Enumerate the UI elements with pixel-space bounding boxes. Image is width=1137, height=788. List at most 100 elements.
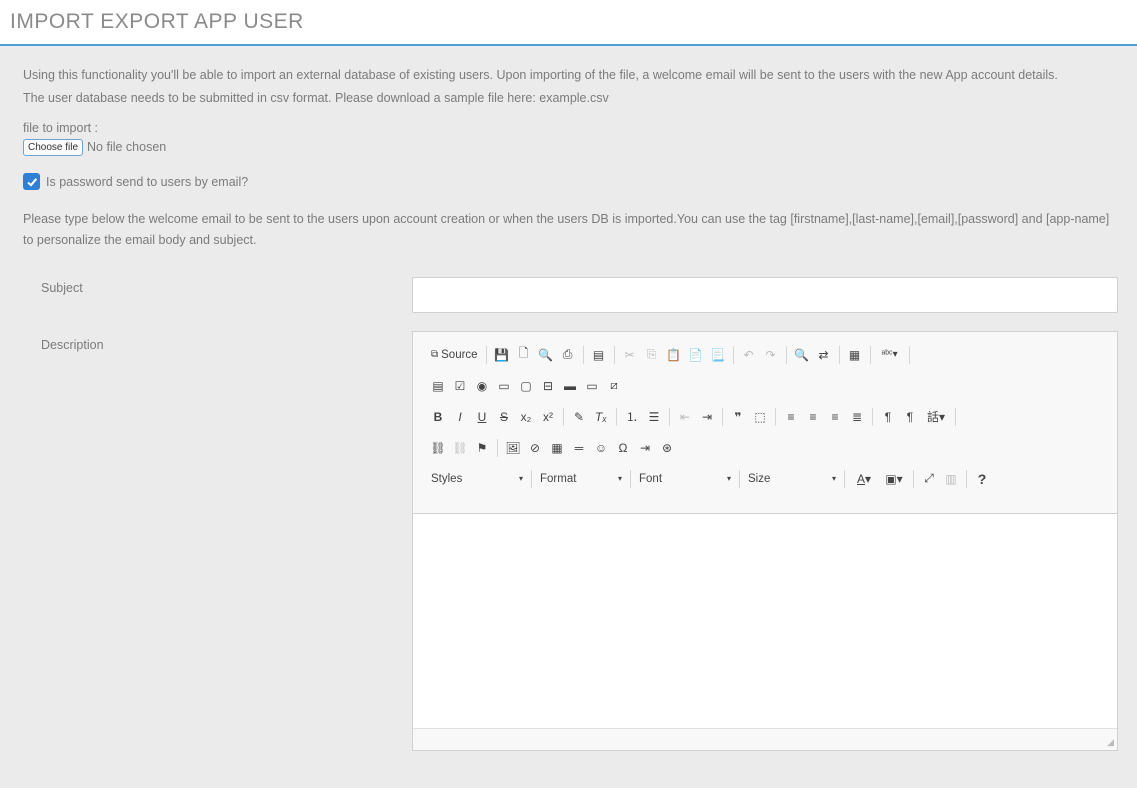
new-page-icon[interactable]: 🗋 bbox=[513, 344, 535, 366]
underline-icon[interactable]: U bbox=[471, 406, 493, 428]
size-dropdown[interactable]: Size ▾ bbox=[744, 468, 840, 490]
bold-icon[interactable]: B bbox=[427, 406, 449, 428]
background-color-icon[interactable]: ▣▾ bbox=[879, 468, 909, 490]
source-button[interactable]: ⧉ Source bbox=[427, 344, 482, 366]
strikethrough-icon[interactable]: S bbox=[493, 406, 515, 428]
form-icon[interactable]: ▤ bbox=[427, 375, 449, 397]
font-dropdown-label: Font bbox=[639, 472, 663, 485]
blockquote-icon[interactable]: ❞ bbox=[727, 406, 749, 428]
file-input-row: Choose file No file chosen bbox=[23, 138, 1137, 156]
div-container-icon[interactable]: ⬚ bbox=[749, 406, 771, 428]
subscript-icon[interactable]: x₂ bbox=[515, 406, 537, 428]
chevron-down-icon: ▾ bbox=[726, 474, 731, 483]
password-email-checkbox[interactable] bbox=[23, 173, 40, 190]
toolbar-separator bbox=[966, 469, 967, 488]
paste-word-icon[interactable]: 📃 bbox=[707, 344, 729, 366]
anchor-icon[interactable]: ⚑ bbox=[471, 437, 493, 459]
file-status: No file chosen bbox=[87, 140, 167, 154]
file-import-label: file to import : bbox=[23, 121, 99, 135]
choose-file-button[interactable]: Choose file bbox=[23, 138, 84, 156]
source-icon: ⧉ bbox=[431, 349, 439, 360]
page-title: IMPORT EXPORT APP USER bbox=[10, 10, 304, 33]
font-dropdown[interactable]: Font ▾ bbox=[635, 468, 735, 490]
show-blocks-icon[interactable]: ▥ bbox=[940, 468, 962, 490]
preview-icon[interactable]: 🔍 bbox=[535, 344, 557, 366]
templates-icon[interactable]: ▤ bbox=[588, 344, 610, 366]
superscript-icon[interactable]: x² bbox=[537, 406, 559, 428]
description-label: Description bbox=[41, 338, 104, 352]
editor-toolbar: ⧉ Source 💾 🗋 🔍 ⎙ ▤ ✂ ⎘ 📋 📄 📃 ↶ ↷ 🔍 ⇄ ▦ ᵃ… bbox=[413, 332, 1117, 514]
paste-text-icon[interactable]: 📄 bbox=[685, 344, 707, 366]
link-icon[interactable]: ⛓ bbox=[427, 437, 449, 459]
text-field-icon[interactable]: ▭ bbox=[493, 375, 515, 397]
toolbar-separator bbox=[775, 407, 776, 426]
styles-dropdown[interactable]: Styles ▾ bbox=[427, 468, 527, 490]
indent-icon[interactable]: ⇥ bbox=[696, 406, 718, 428]
help-icon[interactable]: ? bbox=[971, 468, 993, 490]
toolbar-row-formatting: B I U S x₂ x² ✎ Tₓ ⒈ ☰ ⇤ ⇥ ❞ ⬚ ≡ ≡ ≡ ≣ ¶… bbox=[427, 401, 1117, 432]
toolbar-separator bbox=[869, 345, 871, 364]
radio-icon[interactable]: ◉ bbox=[471, 375, 493, 397]
spellcheck-icon[interactable]: ᵃᵇᶜ▾ bbox=[875, 344, 905, 366]
select-all-icon[interactable]: ▦ bbox=[844, 344, 866, 366]
textarea-icon[interactable]: ▢ bbox=[515, 375, 537, 397]
unlink-icon[interactable]: ⛓ bbox=[449, 437, 471, 459]
save-icon[interactable]: 💾 bbox=[491, 344, 513, 366]
horizontal-line-icon[interactable]: ═ bbox=[568, 437, 590, 459]
find-icon[interactable]: 🔍 bbox=[791, 344, 813, 366]
image-button-icon[interactable]: ▭ bbox=[581, 375, 603, 397]
numbered-list-icon[interactable]: ⒈ bbox=[621, 406, 643, 428]
text-ltr-icon[interactable]: ¶ bbox=[877, 406, 899, 428]
bulleted-list-icon[interactable]: ☰ bbox=[643, 406, 665, 428]
source-label: Source bbox=[441, 348, 478, 361]
button-icon[interactable]: ▬ bbox=[559, 375, 581, 397]
toolbar-separator bbox=[785, 345, 787, 364]
resize-grip-icon[interactable]: ◢ bbox=[1107, 737, 1114, 748]
align-right-icon[interactable]: ≡ bbox=[824, 406, 846, 428]
toolbar-row-forms: ▤ ☑ ◉ ▭ ▢ ⊟ ▬ ▭ ⧄ bbox=[427, 370, 1117, 401]
flash-icon[interactable]: ⊘ bbox=[524, 437, 546, 459]
toolbar-separator bbox=[732, 345, 734, 364]
image-icon[interactable]: 🖼 bbox=[502, 437, 524, 459]
hidden-field-icon[interactable]: ⧄ bbox=[603, 375, 625, 397]
replace-icon[interactable]: ⇄ bbox=[813, 344, 835, 366]
password-email-label: Is password send to users by email? bbox=[46, 174, 249, 189]
toolbar-separator bbox=[616, 407, 617, 426]
toolbar-separator bbox=[582, 345, 584, 364]
iframe-icon[interactable]: ⊛ bbox=[656, 437, 678, 459]
cut-icon[interactable]: ✂ bbox=[619, 344, 641, 366]
print-icon[interactable]: ⎙ bbox=[557, 344, 579, 366]
table-icon[interactable]: ▦ bbox=[546, 437, 568, 459]
editor-content-area[interactable] bbox=[413, 514, 1117, 728]
smiley-icon[interactable]: ☺ bbox=[590, 437, 612, 459]
italic-icon[interactable]: I bbox=[449, 406, 471, 428]
language-icon[interactable]: 話▾ bbox=[921, 406, 951, 428]
align-center-icon[interactable]: ≡ bbox=[802, 406, 824, 428]
copy-icon[interactable]: ⎘ bbox=[641, 344, 663, 366]
toolbar-separator bbox=[872, 407, 873, 426]
align-left-icon[interactable]: ≡ bbox=[780, 406, 802, 428]
maximize-icon[interactable]: ⤢ bbox=[918, 468, 940, 490]
text-color-icon[interactable]: A ▾ bbox=[849, 468, 879, 490]
undo-icon[interactable]: ↶ bbox=[738, 344, 760, 366]
toolbar-separator bbox=[563, 407, 564, 426]
justify-icon[interactable]: ≣ bbox=[846, 406, 868, 428]
chevron-down-icon: ▾ bbox=[831, 474, 836, 483]
special-char-icon[interactable]: Ω bbox=[612, 437, 634, 459]
chevron-down-icon: ▾ bbox=[617, 474, 622, 483]
format-dropdown[interactable]: Format ▾ bbox=[536, 468, 626, 490]
toolbar-separator bbox=[908, 345, 910, 364]
redo-icon[interactable]: ↷ bbox=[760, 344, 782, 366]
remove-format-icon[interactable]: Tₓ bbox=[590, 406, 612, 428]
toolbar-separator bbox=[913, 469, 914, 488]
outdent-icon[interactable]: ⇤ bbox=[674, 406, 696, 428]
page-break-icon[interactable]: ⇥ bbox=[634, 437, 656, 459]
text-rtl-icon[interactable]: ¶ bbox=[899, 406, 921, 428]
select-field-icon[interactable]: ⊟ bbox=[537, 375, 559, 397]
checkbox-icon[interactable]: ☑ bbox=[449, 375, 471, 397]
toolbar-separator bbox=[844, 469, 845, 488]
checkmark-icon bbox=[26, 177, 37, 187]
subject-input[interactable] bbox=[412, 277, 1118, 313]
paste-icon[interactable]: 📋 bbox=[663, 344, 685, 366]
copy-format-icon[interactable]: ✎ bbox=[568, 406, 590, 428]
